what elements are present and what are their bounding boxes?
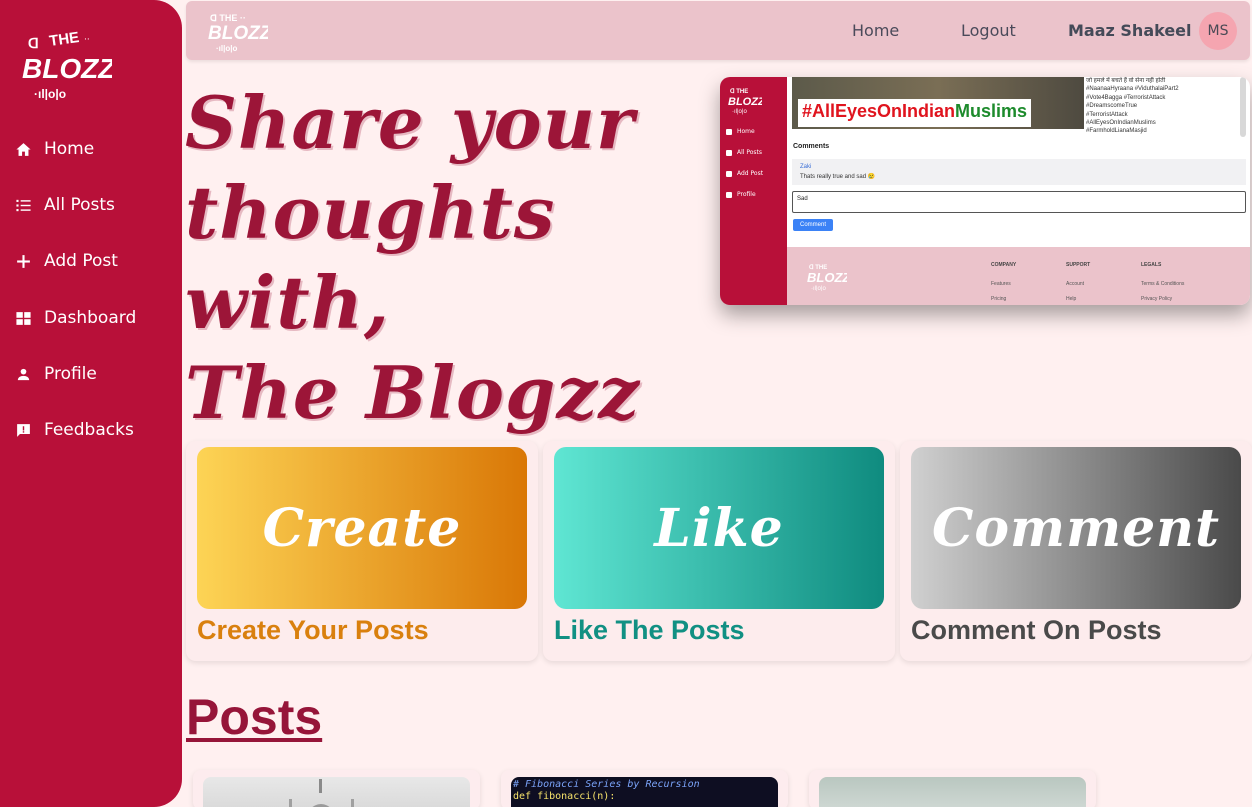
sidebar-item-all-posts[interactable]: All Posts [0,185,182,225]
code-comment: # Fibonacci Series by Recursion [513,779,700,790]
hero-line: with, [185,260,391,345]
preview-nav-item: Add Post [726,170,763,177]
svg-text:BLOZZ: BLOZZ [728,96,762,108]
preview-nav-item: Home [726,128,755,135]
dashboard-icon [0,310,44,327]
sidebar-item-label: Profile [44,364,97,384]
user-icon [0,366,44,383]
sidebar-item-label: All Posts [44,195,115,215]
feature-word: Create [262,497,462,559]
feature-title: Comment On Posts [911,615,1162,645]
preview-comment: Zaki Thats really true and sad 😢 [792,159,1246,185]
app-preview-image: ᗡ THE BLOZZ ·ıl|o|o Home All Posts Add P… [720,77,1250,305]
preview-footer-company: COMPANY Features Pricing [991,262,1017,302]
mosque-image-icon [289,779,354,807]
svg-text:THE: THE [48,29,80,50]
svg-text:BLOZZ: BLOZZ [22,53,112,84]
plus-icon [0,253,44,270]
preview-list-icon [726,149,732,156]
sidebar-item-feedbacks[interactable]: Feedbacks [0,410,182,450]
post-card[interactable] [809,770,1096,807]
topbar-logout-link[interactable]: Logout [961,21,1016,40]
feature-word: Comment [931,497,1221,559]
code-line: def fibonacci(n): [513,791,616,802]
preview-comments-heading: Comments [793,143,830,150]
preview-hashtags: जो हमले में बचते हैं वो सेना नहीं होती #… [1086,78,1179,135]
svg-text:·ıl|o|o: ·ıl|o|o [216,44,237,53]
list-icon [0,197,44,214]
preview-scrollbar [1240,77,1246,137]
sidebar-item-home[interactable]: Home [0,129,182,169]
posts-heading: Posts [186,689,323,745]
post-thumbnail[interactable] [819,777,1086,807]
preview-footer: ᗡ THE BLOZZ ·ıl|o|o COMPANY Features Pri… [787,247,1250,305]
hero-line: thoughts [185,170,556,255]
preview-nav-item: All Posts [726,149,762,156]
sidebar-item-label: Dashboard [44,308,137,328]
blogzz-logo[interactable]: ᗡ THE ·· BLOZZ ·ıl|o|o [20,28,112,100]
feature-title: Create Your Posts [197,615,429,645]
post-card[interactable] [193,770,480,807]
sidebar: ᗡ THE ·· BLOZZ ·ıl|o|o Home All Posts Ad… [0,0,182,807]
post-thumbnail[interactable] [203,777,470,807]
svg-text:ᗡ THE ··: ᗡ THE ·· [210,13,246,23]
preview-footer-logo: ᗡ THE BLOZZ ·ıl|o|o [807,264,847,291]
preview-nav-item: Profile [726,191,756,198]
hero-line: Share your [185,80,635,165]
feature-image-create: Create [197,447,527,609]
sidebar-item-label: Feedbacks [44,420,134,440]
preview-home-icon [726,128,732,135]
hero-heading: Share your thoughts with, The Blogzz [185,78,725,438]
svg-text:·ıl|o|o: ·ıl|o|o [732,109,747,115]
feature-image-comment: Comment [911,447,1241,609]
preview-footer-legals: LEGALS Terms & Conditions Privacy Policy [1141,262,1185,302]
svg-text:ᗡ THE: ᗡ THE [730,88,748,95]
preview-banner-hashtag: #AllEyesOnIndianMuslims [798,99,1032,127]
hero-line: The Blogzz [185,350,641,435]
feature-card-like[interactable]: Like Like The Posts [543,441,895,661]
svg-text:ᗡ: ᗡ [28,35,39,51]
feature-word: Like [654,497,784,559]
preview-user-icon [726,191,732,198]
top-navbar: ᗡ THE ·· BLOZZ ·ıl|o|o Home Logout Maaz … [186,1,1250,60]
svg-text:·ıl|o|o: ·ıl|o|o [34,87,66,100]
user-name[interactable]: Maaz Shakeel [1068,21,1192,40]
svg-text:BLOZZ: BLOZZ [208,23,268,44]
svg-text:BLOZZ: BLOZZ [807,270,847,285]
post-thumbnail[interactable]: # Fibonacci Series by Recursion def fibo… [511,777,778,807]
preview-plus-icon [726,170,732,177]
home-icon [0,141,44,158]
preview-comment-button: Comment [793,219,833,231]
svg-text:·ıl|o|o: ·ıl|o|o [811,286,826,291]
preview-post-banner: #AllEyesOnIndianMuslims [792,77,1084,129]
sidebar-item-add-post[interactable]: Add Post [0,241,182,281]
sidebar-item-label: Home [44,139,95,159]
topbar-home-link[interactable]: Home [852,21,899,40]
feedback-icon [0,422,44,439]
feature-card-comment[interactable]: Comment Comment On Posts [900,441,1252,661]
preview-logo: ᗡ THE BLOZZ ·ıl|o|o [728,88,762,115]
topbar-logo[interactable]: ᗡ THE ·· BLOZZ ·ıl|o|o [208,9,268,53]
preview-footer-support: SUPPORT Account Help [1066,262,1091,302]
sidebar-item-profile[interactable]: Profile [0,354,182,394]
preview-sidebar: ᗡ THE BLOZZ ·ıl|o|o Home All Posts Add P… [720,77,787,305]
svg-text:··: ·· [84,35,90,45]
feature-image-like: Like [554,447,884,609]
feature-title: Like The Posts [554,615,745,645]
sidebar-item-label: Add Post [44,251,118,271]
sidebar-item-dashboard[interactable]: Dashboard [0,298,182,338]
post-card[interactable]: # Fibonacci Series by Recursion def fibo… [501,770,788,807]
preview-comment-input: Sad [792,191,1246,213]
feature-card-create[interactable]: Create Create Your Posts [186,441,538,661]
avatar[interactable]: MS [1199,12,1237,50]
